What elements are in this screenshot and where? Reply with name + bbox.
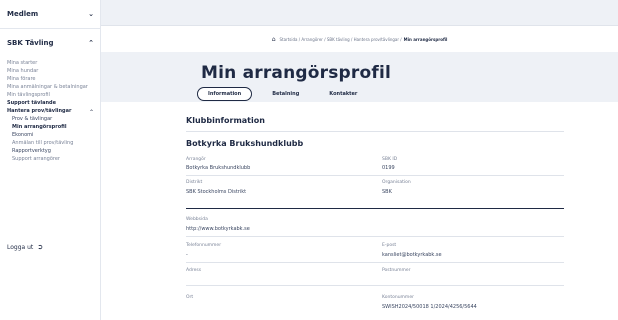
phone-label: Telefonnummer xyxy=(186,243,222,248)
breadcrumb: ⌂ Startsida / Arrangörer / SBK tävling /… xyxy=(101,26,618,52)
divider xyxy=(186,236,564,237)
tab-bar: Information Betalning Kontakter xyxy=(197,87,367,101)
breadcrumb-current: Min arrangörsprofil xyxy=(403,36,448,42)
chevron-up-icon: ⌃ xyxy=(88,39,94,47)
account-value: SWISH2024/50018 1/2024/4256/5644 xyxy=(382,304,477,310)
sidebar-item-prov-tavlingar[interactable]: Prov & tävlingar xyxy=(0,116,100,123)
sidebar-item-support-tavlande[interactable]: Support tävlande xyxy=(0,100,100,107)
breadcrumb-path[interactable]: Startsida / Arrangörer / SBK tävling / H… xyxy=(280,37,402,42)
organisation-value: SBK xyxy=(382,189,392,195)
sidebar-item-ekonomi[interactable]: Ekonomi xyxy=(0,132,100,139)
tab-betalning[interactable]: Betalning xyxy=(262,88,309,100)
divider xyxy=(186,131,564,132)
sidebar-section-label: Medlem xyxy=(7,10,39,18)
district-value: SBK Stockholms Distrikt xyxy=(186,189,247,195)
logout-label: Logga ut xyxy=(7,243,34,251)
sidebar-section-sbk-tavling[interactable]: SBK Tävling ⌃ xyxy=(0,29,100,57)
sidebar: Medlem ⌄ SBK Tävling ⌃ Mina starter Mina… xyxy=(0,0,101,320)
arranger-label: Arrangör xyxy=(186,157,206,162)
postcode-label: Postnummer xyxy=(382,268,411,273)
city-label: Ort xyxy=(186,295,194,300)
divider xyxy=(186,285,564,286)
district-label: Distrikt xyxy=(186,180,203,185)
divider xyxy=(186,262,564,263)
logout-button[interactable]: Logga ut ➲ xyxy=(7,243,43,251)
sidebar-item-rapportverktyg[interactable]: Rapportverktyg xyxy=(0,148,100,155)
top-banner xyxy=(101,0,618,26)
sidebar-item-anmalan[interactable]: Anmälan till prov/tävling xyxy=(0,140,100,147)
home-icon[interactable]: ⌂ xyxy=(272,36,276,43)
sidebar-item-support-arrangorer[interactable]: Support arrangörer xyxy=(0,156,100,163)
sidebar-item-min-arrangorsprofil[interactable]: Min arrangörsprofil xyxy=(0,124,100,131)
account-label: Kontonummer xyxy=(382,295,414,300)
sidebar-item-mina-hundar[interactable]: Mina hundar xyxy=(0,68,100,75)
chevron-down-icon: ⌄ xyxy=(88,10,94,18)
tab-kontakter[interactable]: Kontakter xyxy=(319,88,367,100)
email-label: E-post xyxy=(382,243,397,248)
chevron-up-icon: ⌃ xyxy=(88,108,94,116)
club-name: Botkyrka Brukshundklubb xyxy=(186,139,304,148)
sidebar-section-label: SBK Tävling xyxy=(7,39,54,47)
divider xyxy=(186,175,564,176)
sidebar-item-min-tavlingsprofil[interactable]: Min tävlingsprofil xyxy=(0,92,100,99)
logout-icon: ➲ xyxy=(37,243,44,251)
page-title: Min arrangörsprofil xyxy=(201,63,392,83)
sidebar-item-mina-starter[interactable]: Mina starter xyxy=(0,60,100,67)
section-divider xyxy=(186,208,564,209)
sidebar-item-mina-anmalningar[interactable]: Mina anmälningar & betalningar xyxy=(0,84,100,91)
sidebar-item-label: Hantera prov/tävlingar xyxy=(7,108,72,114)
section-title: Klubbinformation xyxy=(186,116,265,125)
page-header: Min arrangörsprofil Information Betalnin… xyxy=(101,52,618,102)
sidebar-item-hantera[interactable]: Hantera prov/tävlingar ⌃ xyxy=(0,108,100,116)
sidebar-item-mina-forare[interactable]: Mina förare xyxy=(0,76,100,83)
phone-value: - xyxy=(186,252,188,258)
website-value[interactable]: http://www.botkyrkabk.se xyxy=(186,226,250,232)
website-label: Webbsida xyxy=(186,217,208,222)
email-value[interactable]: kansliet@botkyrkabk.se xyxy=(382,252,442,258)
sidebar-section-medlem[interactable]: Medlem ⌄ xyxy=(0,0,100,28)
arranger-value: Botkyrka Brukshundklubb xyxy=(186,165,251,171)
address-label: Adress xyxy=(186,268,202,273)
organisation-label: Organisation xyxy=(382,180,411,185)
sbk-id-value: 0199 xyxy=(382,165,395,171)
tab-information[interactable]: Information xyxy=(197,87,253,101)
sbk-id-label: SBK ID xyxy=(382,157,398,162)
